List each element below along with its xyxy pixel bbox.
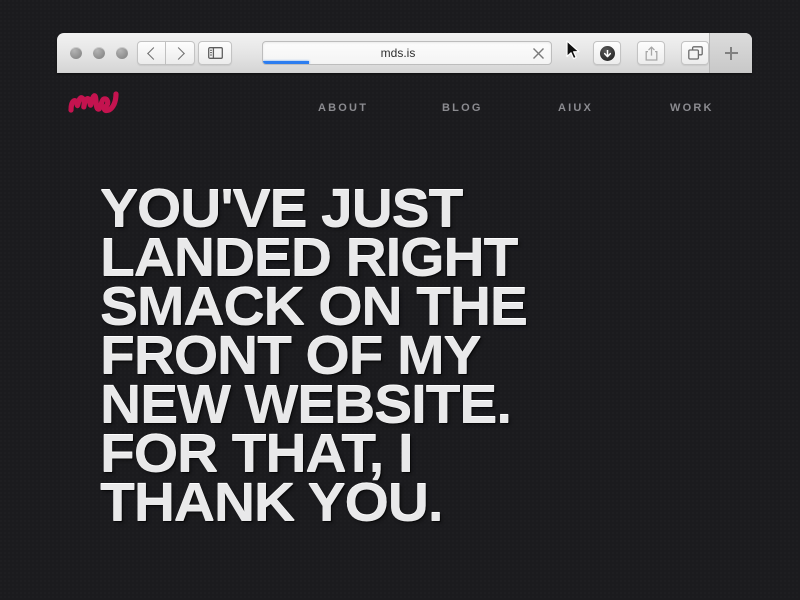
chevron-right-icon: [172, 46, 185, 60]
nav-link-blog[interactable]: BLOG: [442, 102, 483, 114]
website-page: ABOUT BLOG AIUX WORK YOU'VE JUST LANDED …: [0, 0, 800, 600]
hero-headline: YOU'VE JUST LANDED RIGHT SMACK ON THE FR…: [100, 179, 528, 533]
arrow-down-icon: [603, 49, 611, 57]
stop-loading-button[interactable]: [531, 46, 546, 61]
close-icon: [533, 48, 544, 59]
mds-logo-mark: [68, 91, 119, 114]
window-close-button[interactable]: [70, 47, 82, 59]
nav-link-work[interactable]: WORK: [670, 102, 714, 114]
forward-button[interactable]: [166, 41, 195, 65]
tabs-icon: [687, 46, 703, 60]
download-icon: [599, 45, 615, 61]
sidebar-toggle-button[interactable]: [198, 41, 232, 65]
back-button[interactable]: [137, 41, 166, 65]
sidebar-icon: [207, 47, 223, 59]
browser-toolbar: mds.is: [57, 33, 752, 73]
browser-window-chrome: mds.is: [57, 33, 752, 73]
new-tab-button[interactable]: [709, 33, 752, 73]
chevron-left-icon: [146, 46, 160, 60]
window-zoom-button[interactable]: [116, 47, 128, 59]
share-button[interactable]: [637, 41, 665, 65]
window-minimize-button[interactable]: [93, 47, 105, 59]
page-load-progress-bar: [263, 61, 310, 64]
address-bar[interactable]: mds.is: [262, 41, 552, 65]
share-icon: [645, 45, 657, 61]
tab-overview-button[interactable]: [681, 41, 709, 65]
site-navigation-bar: ABOUT BLOG AIUX WORK: [0, 88, 800, 128]
plus-icon: [724, 46, 738, 60]
nav-link-aiux[interactable]: AIUX: [558, 102, 593, 114]
downloads-button[interactable]: [593, 41, 621, 65]
nav-link-about[interactable]: ABOUT: [318, 102, 368, 114]
mds-logo[interactable]: [68, 86, 124, 120]
